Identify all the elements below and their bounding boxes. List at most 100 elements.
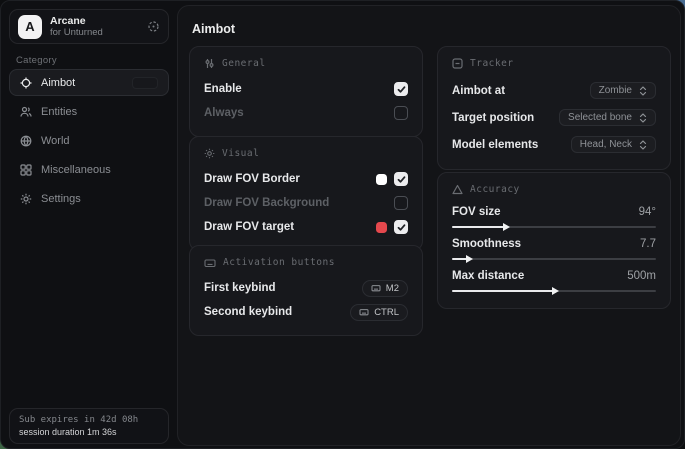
setting-row: Target position Selected bone <box>452 105 656 130</box>
dropdown-value: Head, Neck <box>580 139 632 150</box>
setting-label: Aimbot at <box>452 85 505 97</box>
tracker-card: Tracker Aimbot at Zombie Target position… <box>437 46 671 170</box>
setting-row: First keybind M2 <box>204 277 408 299</box>
sidebar-item-label: Entities <box>41 106 77 118</box>
fov-border-color-swatch[interactable] <box>376 174 387 185</box>
setting-label: Smoothness <box>452 238 521 250</box>
fov-background-checkbox[interactable] <box>394 196 408 210</box>
sub-expiry-text: Sub expires in 42d 08h <box>19 415 159 425</box>
session-duration-text: session duration 1m 36s <box>19 427 159 437</box>
slider-thumb[interactable] <box>552 287 559 295</box>
sidebar-item-world[interactable]: World <box>9 127 169 154</box>
grid-icon <box>20 164 32 176</box>
smoothness-value: 7.7 <box>640 238 656 250</box>
check-icon <box>397 175 406 184</box>
target-status-icon[interactable] <box>147 20 160 33</box>
activation-card: Activation buttons First keybind M2 Seco… <box>189 245 423 336</box>
enable-checkbox[interactable] <box>394 82 408 96</box>
setting-row: Second keybind CTRL <box>204 301 408 323</box>
model-elements-dropdown[interactable]: Head, Neck <box>571 136 656 153</box>
sidebar-nav: Aimbot Entities World <box>9 69 169 212</box>
sidebar-item-label: Settings <box>41 193 81 205</box>
visual-card: Visual Draw FOV Border Draw FOV Backgrou… <box>189 136 423 251</box>
category-label: Category <box>16 55 57 66</box>
setting-label: Draw FOV Background <box>204 197 329 209</box>
slider-track <box>452 258 656 260</box>
card-title: Tracker <box>470 58 514 69</box>
sidebar-item-aimbot[interactable]: Aimbot <box>9 69 169 96</box>
setting-label: Model elements <box>452 139 538 151</box>
sidebar-item-entities[interactable]: Entities <box>9 98 169 125</box>
fov-target-checkbox[interactable] <box>394 220 408 234</box>
sidebar-item-label: Miscellaneous <box>41 164 111 176</box>
setting-label: Always <box>204 107 244 119</box>
target-position-dropdown[interactable]: Selected bone <box>559 109 656 126</box>
page-title: Aimbot <box>192 22 235 36</box>
aimbot-at-dropdown[interactable]: Zombie <box>590 82 656 99</box>
keyboard-icon <box>359 308 369 316</box>
setting-row: Model elements Head, Neck <box>452 132 656 157</box>
gear-icon <box>20 193 32 205</box>
check-icon <box>397 85 406 94</box>
sidebar-item-label: Aimbot <box>41 77 75 89</box>
setting-label: Target position <box>452 112 534 124</box>
setting-label: FOV size <box>452 206 501 218</box>
slider-fill <box>452 226 505 228</box>
app-window: A Arcane for Unturned Category Aimbot <box>0 0 685 449</box>
setting-row: Draw FOV Background <box>204 192 408 214</box>
second-keybind-button[interactable]: CTRL <box>350 304 408 321</box>
setting-label: Enable <box>204 83 242 95</box>
smoothness-slider[interactable] <box>452 254 656 264</box>
subscription-info: Sub expires in 42d 08h session duration … <box>9 408 169 444</box>
main-panel: Aimbot General Enable Always <box>177 5 681 446</box>
first-keybind-button[interactable]: M2 <box>362 280 408 297</box>
sliders-icon <box>204 58 215 69</box>
slider-thumb[interactable] <box>503 223 510 231</box>
unfold-icon <box>639 113 647 123</box>
slider-row: FOV size 94° <box>452 204 656 232</box>
sun-icon <box>204 148 215 159</box>
max-distance-slider[interactable] <box>452 286 656 296</box>
keybind-value: CTRL <box>374 307 399 318</box>
aimbot-keybind-badge <box>132 77 158 89</box>
slider-thumb[interactable] <box>466 255 473 263</box>
setting-row: Always <box>204 102 408 124</box>
fov-size-slider[interactable] <box>452 222 656 232</box>
sidebar-item-miscellaneous[interactable]: Miscellaneous <box>9 156 169 183</box>
accuracy-card: Accuracy FOV size 94° Smoothness 7.7 <box>437 172 671 309</box>
general-card: General Enable Always <box>189 46 423 137</box>
sidebar-item-label: World <box>41 135 70 147</box>
sidebar-item-settings[interactable]: Settings <box>9 185 169 212</box>
check-icon <box>397 223 406 232</box>
keyboard-icon <box>204 258 216 268</box>
box-minus-icon <box>452 58 463 69</box>
crosshair-icon <box>20 77 32 89</box>
triangle-icon <box>452 184 463 195</box>
globe-icon <box>20 135 32 147</box>
setting-label: First keybind <box>204 282 276 294</box>
app-name: Arcane <box>50 15 103 27</box>
unfold-icon <box>639 86 647 96</box>
slider-row: Max distance 500m <box>452 268 656 296</box>
card-title: Accuracy <box>470 184 520 195</box>
max-distance-value: 500m <box>627 270 656 282</box>
setting-label: Max distance <box>452 270 524 282</box>
dropdown-value: Selected bone <box>568 112 632 123</box>
slider-row: Smoothness 7.7 <box>452 236 656 264</box>
setting-row: Draw FOV target <box>204 216 408 238</box>
keyboard-icon <box>371 284 381 292</box>
setting-label: Draw FOV Border <box>204 173 300 185</box>
fov-size-value: 94° <box>639 206 656 218</box>
card-title: Visual <box>222 148 259 159</box>
fov-target-color-swatch[interactable] <box>376 222 387 233</box>
setting-row: Draw FOV Border <box>204 168 408 190</box>
setting-label: Second keybind <box>204 306 292 318</box>
app-subtitle: for Unturned <box>50 27 103 38</box>
always-checkbox[interactable] <box>394 106 408 120</box>
dropdown-value: Zombie <box>599 85 632 96</box>
card-title: General <box>222 58 266 69</box>
keybind-value: M2 <box>386 283 399 294</box>
slider-fill <box>452 290 554 292</box>
fov-border-checkbox[interactable] <box>394 172 408 186</box>
setting-row: Enable <box>204 78 408 100</box>
